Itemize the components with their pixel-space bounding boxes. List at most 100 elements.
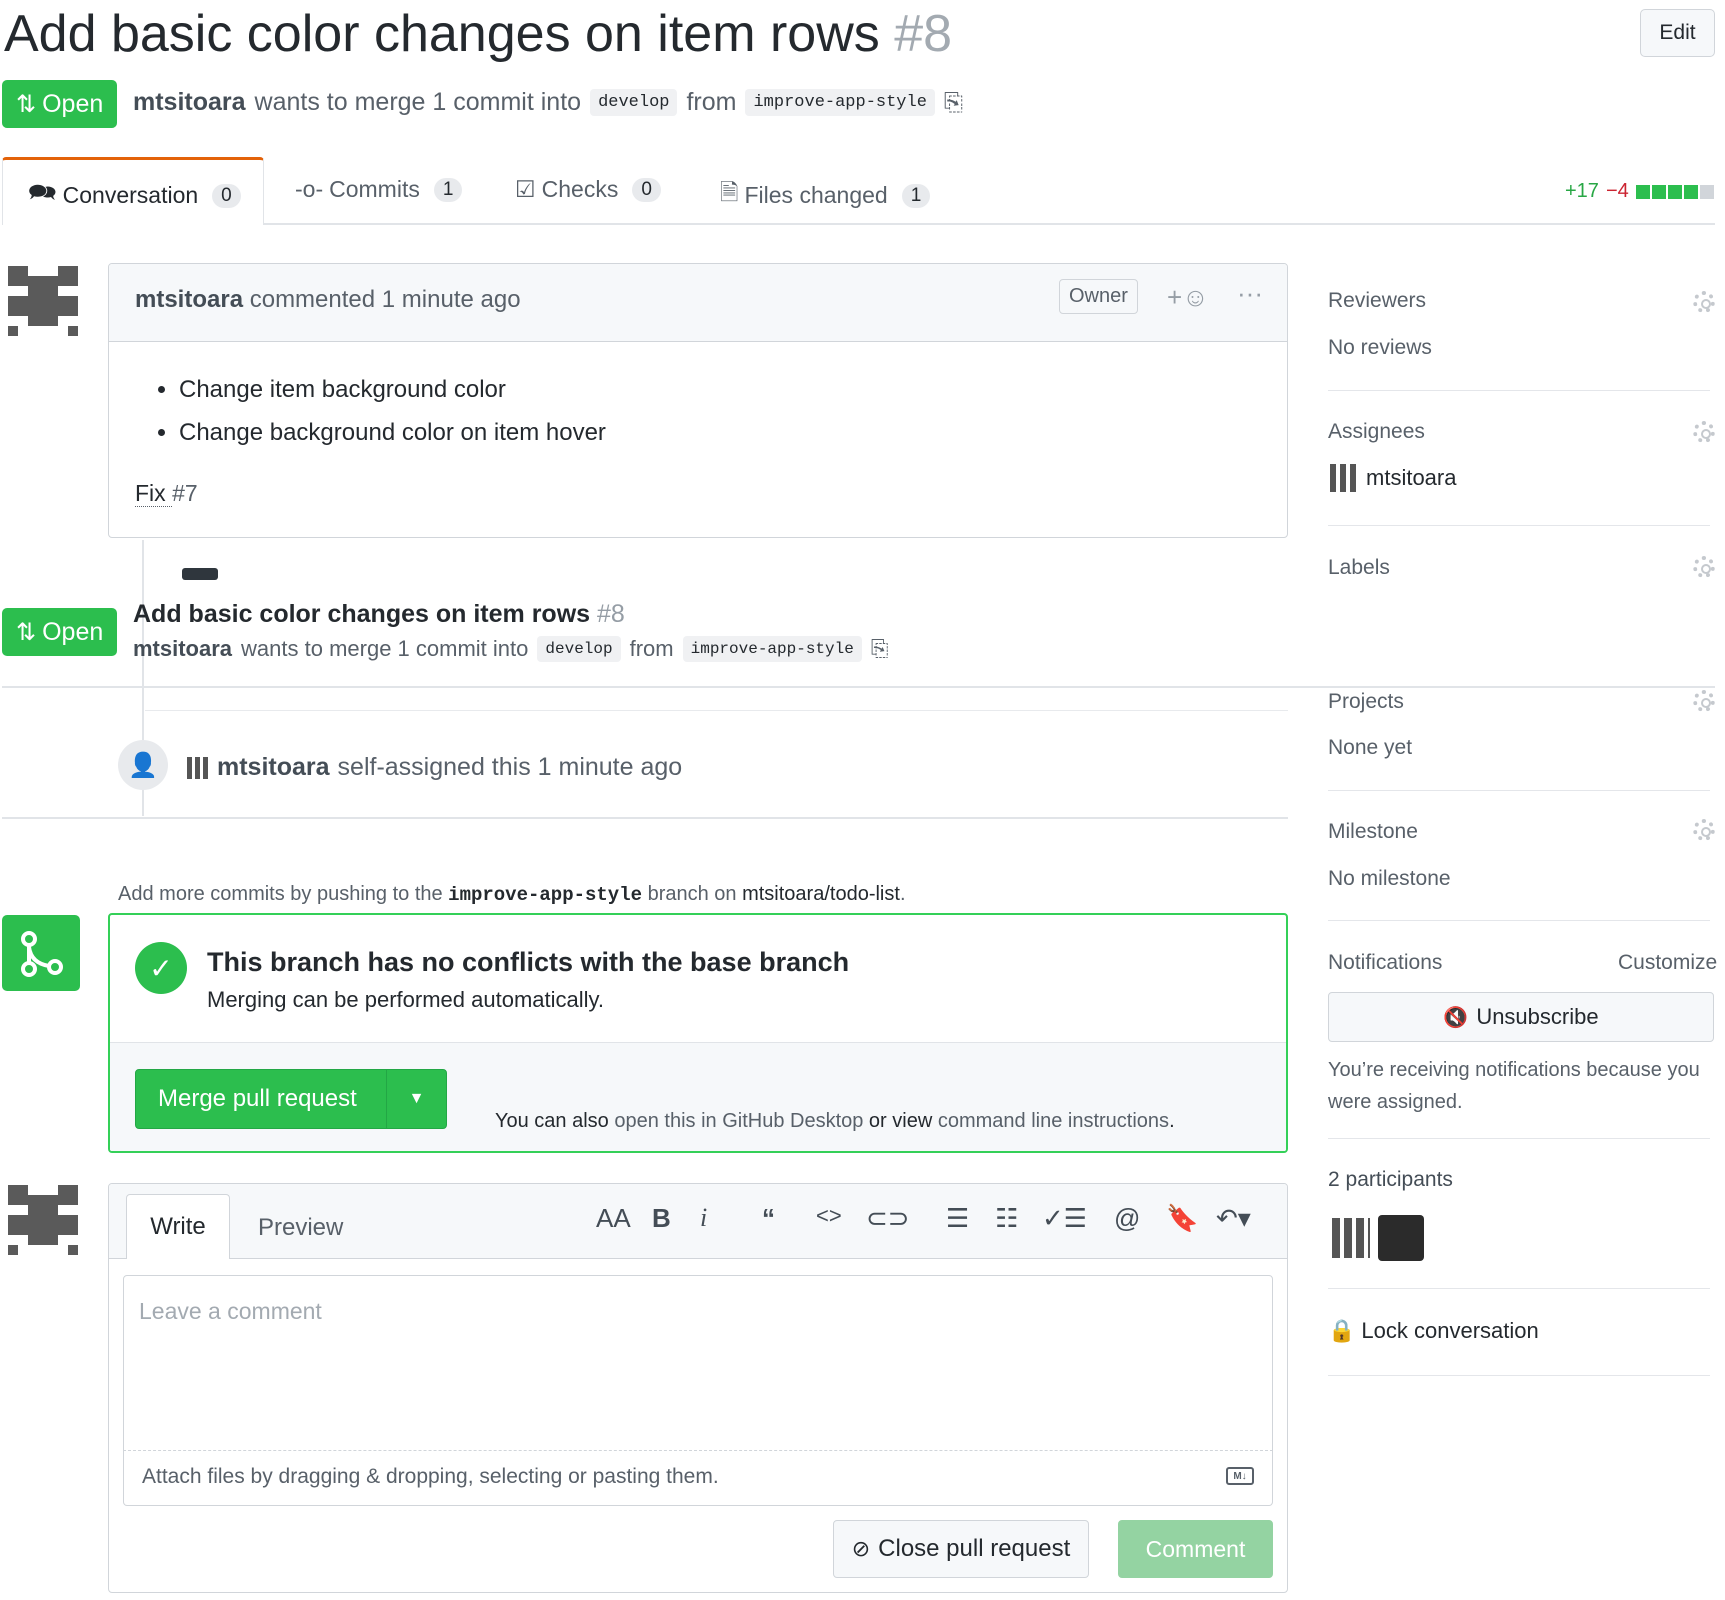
merge-summary: mtsitoara wants to merge 1 commit into d… (133, 88, 964, 117)
chevron-down-icon[interactable]: ▼ (386, 1070, 446, 1128)
labels-gear-icon[interactable] (1693, 556, 1715, 578)
merge-status-title: This branch has no conflicts with the ba… (207, 947, 850, 977)
base-branch[interactable]: develop (590, 89, 678, 116)
italic-icon[interactable]: i (700, 1203, 707, 1233)
avatar[interactable] (8, 1185, 78, 1255)
additions-count: +17 (1565, 180, 1599, 202)
tab-files-changed[interactable]: 🗎 Files changed 1 (720, 176, 931, 215)
comment-button[interactable]: Comment (1118, 1520, 1273, 1578)
referenced-pr-title[interactable]: Add basic color changes on item rows #8 (133, 600, 625, 629)
comment-box: mtsitoara commented 1 minute ago Owner +… (108, 263, 1288, 538)
merge-actions: Merge pull request ▼ You can also open t… (110, 1043, 1286, 1151)
unordered-list-icon[interactable]: ☰ (946, 1203, 969, 1234)
copy-icon[interactable]: ⎘ (871, 636, 889, 662)
edit-button[interactable]: Edit (1640, 9, 1715, 57)
issue-link[interactable]: #7 (172, 480, 198, 506)
ordered-list-icon[interactable]: ☷ (995, 1203, 1018, 1234)
tab-checks[interactable]: ☑ Checks 0 (515, 176, 661, 203)
tab-commits[interactable]: -o- Commits 1 (295, 176, 463, 203)
author-link[interactable]: mtsitoara (133, 636, 232, 662)
repo-link[interactable]: mtsitoara/todo-list (742, 883, 900, 905)
file-diff-icon: 🗎 (720, 179, 739, 205)
merge-alternatives: You can also open this in GitHub Desktop… (494, 1110, 1175, 1132)
commit-icon: -o- (295, 176, 324, 202)
projects-title: Projects (1328, 690, 1404, 713)
assignees-gear-icon[interactable] (1693, 421, 1715, 443)
list-item: Change background color on item hover (179, 411, 606, 454)
merge-pull-request-button[interactable]: Merge pull request ▼ (135, 1069, 447, 1129)
markdown-icon[interactable]: M↓ (1226, 1467, 1254, 1485)
bookmark-icon[interactable]: 🔖 (1166, 1203, 1198, 1234)
lock-conversation-link[interactable]: 🔒 Lock conversation (1328, 1318, 1539, 1344)
base-branch[interactable]: develop (537, 636, 621, 662)
divider (1328, 525, 1710, 526)
avatar (1330, 464, 1358, 492)
link-icon[interactable]: ⊂⊃ (866, 1203, 910, 1234)
close-pull-request-button[interactable]: ⊘ Close pull request (833, 1520, 1089, 1578)
add-reaction-icon[interactable]: +☺ (1167, 282, 1209, 313)
merge-box: ✓ This branch has no conflicts with the … (108, 913, 1288, 1153)
participants-title: 2 participants (1328, 1168, 1453, 1191)
head-branch[interactable]: improve-app-style (682, 636, 862, 662)
copy-icon[interactable]: ⎘ (944, 89, 963, 117)
projects-gear-icon[interactable] (1693, 690, 1715, 712)
author-link[interactable]: mtsitoara (133, 88, 246, 117)
head-branch[interactable]: improve-app-style (745, 89, 935, 116)
milestone-gear-icon[interactable] (1693, 819, 1715, 841)
customize-link[interactable]: Customize (1618, 951, 1717, 975)
reviewers-value: No reviews (1328, 336, 1432, 359)
pr-number: #8 (894, 5, 953, 63)
diffstat[interactable]: +17 −4 (1565, 180, 1714, 203)
tab-preview[interactable]: Preview (258, 1214, 343, 1242)
pull-request-icon: ⇅ (16, 618, 37, 646)
bold-icon[interactable]: B (652, 1203, 671, 1234)
mute-icon: 🔇 (1443, 1006, 1469, 1029)
avatar[interactable] (1332, 1218, 1370, 1258)
list-item: Change item background color (179, 368, 606, 411)
comment-placeholder: Leave a comment (139, 1298, 322, 1324)
github-desktop-link[interactable]: open this in GitHub Desktop (614, 1110, 863, 1132)
push-hint: Add more commits by pushing to the impro… (118, 883, 906, 906)
check-icon: ✓ (135, 942, 187, 994)
divider (1328, 1288, 1710, 1289)
code-icon[interactable]: <> (816, 1203, 842, 1229)
divider (1328, 390, 1710, 391)
reviewers-title: Reviewers (1328, 289, 1427, 312)
milestone-title: Milestone (1328, 820, 1418, 843)
comment-meta[interactable]: commented 1 minute ago (250, 286, 521, 313)
state-badge: ⇅ Open (2, 608, 118, 656)
owner-badge: Owner (1059, 279, 1138, 314)
attach-area[interactable]: Attach files by dragging & dropping, sel… (123, 1450, 1273, 1506)
unsubscribe-button[interactable]: 🔇 Unsubscribe (1328, 992, 1714, 1042)
assignee[interactable]: mtsitoara (1330, 464, 1456, 492)
comment-author[interactable]: mtsitoara (135, 286, 243, 313)
fix-reference: Fix #7 (135, 480, 198, 507)
avatar[interactable] (1378, 1215, 1424, 1261)
task-list-icon[interactable]: ✓☰ (1042, 1203, 1087, 1234)
command-line-link[interactable]: command line instructions (938, 1110, 1169, 1132)
header-icon[interactable]: AA (596, 1203, 631, 1234)
avatar[interactable] (187, 756, 209, 779)
notifications-title: Notifications (1328, 951, 1443, 974)
reply-icon[interactable]: ↶▾ (1216, 1203, 1251, 1234)
avatar[interactable] (8, 266, 78, 336)
issue-closed-icon: ⊘ (851, 1536, 871, 1561)
merge-status-subtitle: Merging can be performed automatically. (207, 987, 605, 1012)
more-options-icon[interactable]: ··· (1237, 278, 1263, 309)
branch-name: improve-app-style (448, 884, 643, 906)
diffstat-blocks (1635, 184, 1714, 199)
pr-title: Add basic color changes on item rows (4, 5, 880, 63)
divider (145, 710, 1288, 711)
attach-hint: Attach files by dragging & dropping, sel… (142, 1465, 719, 1488)
mention-icon[interactable]: @ (1114, 1203, 1140, 1234)
referenced-merge-summary: mtsitoara wants to merge 1 commit into d… (133, 636, 889, 662)
milestone-value: No milestone (1328, 867, 1451, 890)
tab-conversation-label[interactable]: 🗪 Conversation 0 (28, 176, 241, 215)
author-link[interactable]: mtsitoara (217, 753, 330, 782)
merge-icon (2, 915, 80, 991)
reviewers-gear-icon[interactable] (1693, 291, 1715, 313)
quote-icon[interactable]: “ (762, 1203, 775, 1234)
deletions-count: −4 (1605, 180, 1629, 202)
tab-write[interactable]: Write (126, 1194, 230, 1259)
lock-icon: 🔒 (1328, 1318, 1356, 1343)
